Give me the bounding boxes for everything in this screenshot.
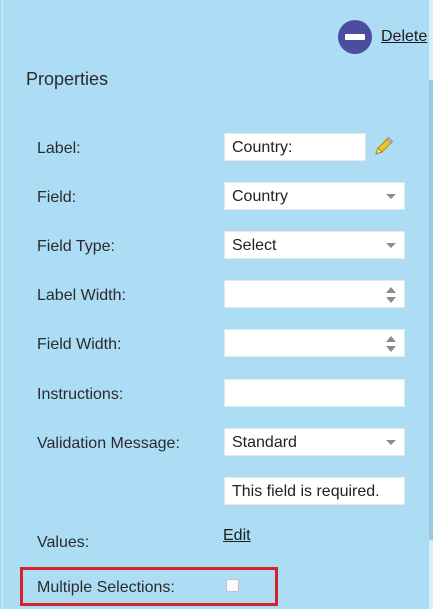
field-select-value: Country	[232, 188, 289, 205]
field-width-row: Field Width:	[0, 329, 433, 359]
spinner-icon[interactable]	[386, 336, 396, 352]
field-type-select-value: Select	[232, 237, 277, 254]
values-row: Values: Edit	[0, 527, 433, 557]
instructions-row: Instructions:	[0, 379, 433, 409]
delete-link[interactable]: Delete	[381, 28, 427, 46]
values-label: Values:	[37, 534, 90, 551]
label-width-stepper[interactable]	[224, 280, 405, 308]
field-width-stepper[interactable]	[224, 329, 405, 357]
label-field-label: Label:	[37, 140, 81, 157]
multiple-selections-checkbox[interactable]	[226, 579, 239, 592]
validation-text-row: This field is required.	[0, 477, 433, 507]
field-label: Field:	[37, 189, 77, 206]
chevron-down-icon	[386, 440, 396, 445]
instructions-label: Instructions:	[37, 386, 124, 403]
field-type-select[interactable]: Select	[224, 231, 405, 259]
field-width-label: Field Width:	[37, 336, 122, 353]
field-select[interactable]: Country	[224, 182, 405, 210]
field-row: Field: Country	[0, 182, 433, 212]
validation-text-input[interactable]: This field is required.	[224, 477, 405, 505]
label-row: Label: Country:	[0, 133, 433, 163]
validation-message-row: Validation Message: Standard	[0, 428, 433, 458]
minus-circle-icon[interactable]	[338, 20, 372, 54]
chevron-down-icon	[386, 194, 396, 199]
spinner-icon[interactable]	[386, 287, 396, 303]
multiple-selections-row: Multiple Selections:	[0, 573, 433, 603]
delete-button[interactable]: Delete	[338, 20, 427, 54]
instructions-input[interactable]	[224, 379, 405, 407]
label-input[interactable]: Country:	[224, 133, 366, 161]
chevron-down-icon	[386, 243, 396, 248]
validation-message-label: Validation Message:	[37, 435, 180, 452]
validation-message-select[interactable]: Standard	[224, 428, 405, 456]
pencil-icon[interactable]	[372, 136, 394, 158]
multiple-selections-label: Multiple Selections:	[37, 579, 175, 596]
values-edit-link[interactable]: Edit	[223, 527, 251, 545]
section-title: Properties	[26, 69, 109, 89]
field-type-row: Field Type: Select	[0, 231, 433, 261]
field-type-label: Field Type:	[37, 238, 115, 255]
label-width-row: Label Width:	[0, 280, 433, 310]
validation-message-select-value: Standard	[232, 434, 297, 451]
label-width-label: Label Width:	[37, 287, 126, 304]
